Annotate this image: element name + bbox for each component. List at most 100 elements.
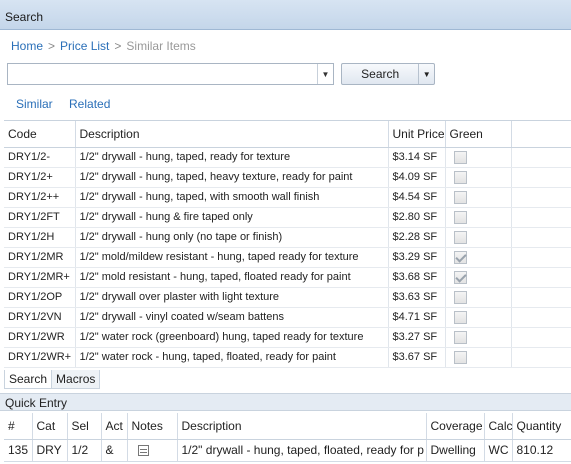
table-row[interactable]: DRY1/2- 1/2" drywall - hung, taped, ready…: [4, 147, 571, 168]
table-row[interactable]: DRY1/2MR+ 1/2" mold resistant - hung, tap…: [4, 267, 571, 288]
green-checkbox[interactable]: [453, 210, 467, 224]
search-button[interactable]: Search ▼: [341, 63, 435, 85]
cell-unit-price[interactable]: $3.14 SF: [388, 147, 446, 168]
cell-unit-price[interactable]: $3.67 SF: [388, 347, 446, 368]
cell-empty: [511, 207, 571, 228]
table-row[interactable]: DRY1/2++ 1/2" drywall - hung, taped, with…: [4, 187, 571, 208]
cell-unit-price[interactable]: $2.28 SF: [388, 227, 446, 248]
cell-empty: [511, 167, 571, 188]
notes-icon[interactable]: [137, 445, 149, 457]
column-header-description[interactable]: Description: [75, 121, 389, 148]
price-list-grid: Code Description Unit Price Green DRY1/2…: [4, 120, 571, 368]
cell-code[interactable]: DRY1/2MR: [4, 247, 76, 268]
table-row[interactable]: DRY1/2H 1/2" drywall - hung only (no tape…: [4, 227, 571, 248]
green-checkbox[interactable]: [453, 270, 467, 284]
cell-description[interactable]: 1/2" drywall - hung & fire taped only: [75, 207, 389, 228]
qe-number[interactable]: 135: [4, 439, 33, 462]
table-row[interactable]: DRY1/2OP 1/2" drywall over plaster with l…: [4, 287, 571, 308]
column-header-green[interactable]: Green: [445, 121, 512, 148]
qe-cat[interactable]: DRY: [32, 439, 68, 462]
qe-calc[interactable]: WC: [484, 439, 513, 462]
green-checkbox[interactable]: [453, 150, 467, 164]
table-row[interactable]: DRY1/2+ 1/2" drywall - hung, taped, heavy…: [4, 167, 571, 188]
column-header-unit-price[interactable]: Unit Price: [388, 121, 446, 148]
cell-green: [445, 187, 512, 208]
green-checkbox[interactable]: [453, 330, 467, 344]
breadcrumb-separator: >: [48, 39, 56, 53]
cell-unit-price[interactable]: $4.71 SF: [388, 307, 446, 328]
chevron-down-icon[interactable]: ▼: [317, 64, 333, 84]
cell-code[interactable]: DRY1/2-: [4, 147, 76, 168]
table-row[interactable]: DRY1/2VN 1/2" drywall - vinyl coated w/se…: [4, 307, 571, 328]
quick-entry-row[interactable]: 135 DRY 1/2 & 1/2" drywall - hung, taped…: [4, 439, 571, 462]
qe-quantity[interactable]: 810.12: [512, 439, 571, 462]
breadcrumb: Home > Price List > Similar Items: [11, 39, 196, 53]
cell-empty: [511, 227, 571, 248]
cell-description[interactable]: 1/2" mold/mildew resistant - hung, taped…: [75, 247, 389, 268]
cell-code[interactable]: DRY1/2++: [4, 187, 76, 208]
cell-description[interactable]: 1/2" water rock - hung, taped, floated, …: [75, 347, 389, 368]
cell-code[interactable]: DRY1/2WR+: [4, 347, 76, 368]
breadcrumb-home[interactable]: Home: [11, 39, 43, 53]
cell-description[interactable]: 1/2" drywall over plaster with light tex…: [75, 287, 389, 308]
qe-coverage[interactable]: Dwelling: [426, 439, 485, 462]
qe-description[interactable]: 1/2" drywall - hung, taped, floated, rea…: [177, 439, 427, 462]
cell-description[interactable]: 1/2" drywall - hung only (no tape or fin…: [75, 227, 389, 248]
window-title: Search: [0, 0, 571, 30]
tab-similar[interactable]: Similar: [16, 97, 53, 111]
cell-code[interactable]: DRY1/2+: [4, 167, 76, 188]
green-checkbox[interactable]: [453, 290, 467, 304]
qe-notes[interactable]: [127, 439, 178, 462]
cell-unit-price[interactable]: $3.27 SF: [388, 327, 446, 348]
green-checkbox[interactable]: [453, 230, 467, 244]
cell-unit-price[interactable]: $2.80 SF: [388, 207, 446, 228]
cell-green: [445, 267, 512, 288]
column-header-code[interactable]: Code: [4, 121, 76, 148]
search-combo[interactable]: ▼: [7, 63, 334, 85]
table-row[interactable]: DRY1/2WR+ 1/2" water rock - hung, taped, …: [4, 347, 571, 368]
green-checkbox[interactable]: [453, 170, 467, 184]
cell-green: [445, 307, 512, 328]
cell-code[interactable]: DRY1/2VN: [4, 307, 76, 328]
cell-empty: [511, 307, 571, 328]
green-checkbox[interactable]: [453, 310, 467, 324]
green-checkbox[interactable]: [453, 250, 467, 264]
quick-entry-grid: # Cat Sel Act Notes Description Coverage…: [4, 413, 571, 462]
qe-act[interactable]: &: [101, 439, 128, 462]
view-tabs: Similar Related: [16, 97, 123, 111]
qe-column-quantity: Quantity: [512, 413, 571, 440]
tab-search[interactable]: Search: [4, 370, 53, 389]
table-row[interactable]: DRY1/2FT 1/2" drywall - hung & fire taped…: [4, 207, 571, 228]
cell-description[interactable]: 1/2" drywall - hung, taped, heavy textur…: [75, 167, 389, 188]
table-row[interactable]: DRY1/2WR 1/2" water rock (greenboard) hun…: [4, 327, 571, 348]
cell-description[interactable]: 1/2" mold resistant - hung, taped, float…: [75, 267, 389, 288]
breadcrumb-price-list[interactable]: Price List: [60, 39, 109, 53]
cell-code[interactable]: DRY1/2WR: [4, 327, 76, 348]
tab-macros[interactable]: Macros: [52, 370, 101, 389]
table-row[interactable]: DRY1/2MR 1/2" mold/mildew resistant - hun…: [4, 247, 571, 268]
qe-sel[interactable]: 1/2: [67, 439, 102, 462]
cell-code[interactable]: DRY1/2H: [4, 227, 76, 248]
cell-unit-price[interactable]: $3.29 SF: [388, 247, 446, 268]
cell-green: [445, 207, 512, 228]
cell-empty: [511, 267, 571, 288]
cell-unit-price[interactable]: $4.09 SF: [388, 167, 446, 188]
qe-column-notes: Notes: [127, 413, 178, 440]
tab-related[interactable]: Related: [69, 97, 110, 111]
cell-code[interactable]: DRY1/2MR+: [4, 267, 76, 288]
cell-unit-price[interactable]: $4.54 SF: [388, 187, 446, 208]
cell-unit-price[interactable]: $3.63 SF: [388, 287, 446, 308]
cell-description[interactable]: 1/2" water rock (greenboard) hung, taped…: [75, 327, 389, 348]
cell-green: [445, 247, 512, 268]
search-button-label[interactable]: Search: [342, 64, 418, 84]
search-input[interactable]: [8, 64, 313, 84]
cell-unit-price[interactable]: $3.68 SF: [388, 267, 446, 288]
cell-code[interactable]: DRY1/2FT: [4, 207, 76, 228]
cell-description[interactable]: 1/2" drywall - vinyl coated w/seam batte…: [75, 307, 389, 328]
green-checkbox[interactable]: [453, 190, 467, 204]
cell-code[interactable]: DRY1/2OP: [4, 287, 76, 308]
cell-description[interactable]: 1/2" drywall - hung, taped, ready for te…: [75, 147, 389, 168]
green-checkbox[interactable]: [453, 350, 467, 364]
cell-description[interactable]: 1/2" drywall - hung, taped, with smooth …: [75, 187, 389, 208]
search-options-chevron-down-icon[interactable]: ▼: [418, 64, 434, 84]
